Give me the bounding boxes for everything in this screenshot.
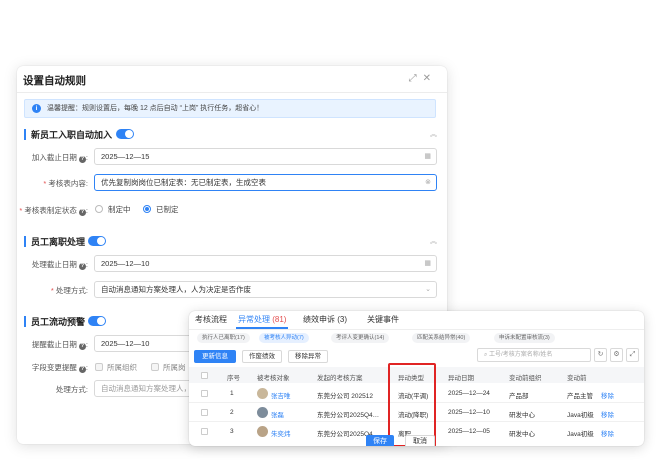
remove-link[interactable]: 移除 [601, 409, 614, 419]
section-marker [24, 236, 26, 247]
filter-chip-active[interactable]: 被考核人异动(7) [259, 333, 309, 343]
cancel-button[interactable]: 取消 [405, 435, 435, 446]
join-deadline-date-input[interactable]: 2025—12—15 ▦ [94, 148, 437, 165]
mobility-method-label: 处理方式: [55, 385, 88, 394]
field-change-label: 字段变更提醒?: [31, 363, 88, 373]
collapse-icon[interactable]: ︽ [430, 129, 437, 139]
notice-text: 温馨提醒：规则设置后，每晚 12 点后自动 “上岗” 执行任务，超省心！ [47, 105, 264, 112]
tabs-divider [189, 329, 644, 330]
tab-exception-handling[interactable]: 异常处理 (81) [238, 314, 286, 325]
notice-banner: i 温馨提醒：规则设置后，每晚 12 点后自动 “上岗” 执行任务，超省心！ [24, 99, 436, 118]
handle-method-label: * 处理方式: [50, 286, 88, 295]
help-icon: ? [78, 366, 86, 373]
tab-key-events[interactable]: 关键事件 [367, 314, 399, 325]
row-checkbox[interactable] [201, 428, 208, 435]
join-deadline-label: 加入截止日期?: [31, 153, 88, 163]
expand-icon[interactable]: ⤢ [409, 73, 423, 84]
dialog-window-icons: ⤢✕ [409, 73, 437, 84]
filter-chip[interactable]: 执行人已离职(17) [197, 333, 250, 343]
active-tab-indicator [236, 327, 288, 329]
remove-link[interactable]: 移除 [601, 428, 614, 438]
info-icon: i [32, 104, 41, 113]
section-marker [24, 316, 26, 327]
column-header: 发起的考核方案 [317, 375, 363, 382]
form-content-label: * 考核表内容: [43, 179, 88, 188]
help-icon: ? [78, 263, 86, 270]
filter-chip[interactable]: 考评人变更确认(14) [331, 333, 390, 343]
calendar-icon: ▦ [424, 260, 431, 267]
column-header: 异动日期 [448, 375, 474, 382]
section-marker [24, 129, 26, 140]
help-icon: ? [78, 156, 86, 163]
dialog-title: 设置自动规则 [23, 75, 86, 87]
radio-icon [95, 205, 103, 213]
employee-link[interactable]: 张磊 [271, 409, 284, 419]
help-icon: ? [78, 343, 86, 350]
employee-link[interactable]: 张吉唯 [271, 390, 291, 400]
form-content-input[interactable]: 优先复制岗岗位已制定表：无已制定表，生成空表 ⊗ [94, 174, 437, 191]
void-performance-button[interactable]: 作废绩效 [242, 350, 282, 363]
settings-icon[interactable]: ⚙ [610, 348, 623, 362]
change-checkbox-org[interactable]: 所属组织 [95, 362, 137, 373]
radio-selected-icon [143, 205, 151, 213]
tab-appeal[interactable]: 绩效申诉 (3) [303, 314, 347, 325]
row-checkbox[interactable] [201, 409, 208, 416]
status-radio-drafting[interactable]: 制定中 [95, 204, 131, 215]
form-status-label: * 考核表制定状态?: [19, 206, 88, 216]
section-title: 员工流动预警 [31, 317, 86, 327]
row-checkbox[interactable] [201, 390, 208, 397]
change-checkbox-post[interactable]: 所属岗 [151, 362, 186, 373]
remind-deadline-label: 提醒截止日期?: [31, 340, 88, 350]
employee-link[interactable]: 朱奕炜 [271, 428, 291, 438]
handle-deadline-label: 处理截止日期?: [31, 260, 88, 270]
avatar [257, 388, 268, 399]
save-button[interactable]: 保存 [366, 435, 394, 446]
checkbox-icon [95, 363, 103, 371]
tab-review-flow[interactable]: 考核流程 [195, 314, 227, 325]
new-employee-toggle[interactable] [116, 129, 134, 139]
checkbox-icon [151, 363, 159, 371]
collapse-icon[interactable]: ︽ [430, 236, 437, 246]
mobility-warning-toggle[interactable] [88, 316, 106, 326]
calendar-icon: ▦ [424, 153, 431, 160]
column-header: 变动前组织 [509, 375, 542, 382]
close-icon[interactable]: ✕ [423, 73, 437, 84]
remove-link[interactable]: 移除 [601, 390, 614, 400]
section-title: 新员工入职自动加入 [31, 130, 113, 140]
chevron-down-icon: ⌄ [425, 286, 431, 293]
fullscreen-icon[interactable]: ⤢ [626, 348, 639, 362]
handle-method-select[interactable]: 自动消息通知方案处理人，人为决定是否作废 ⌄ [94, 281, 437, 298]
help-icon: ? [78, 209, 86, 216]
search-input[interactable]: ⌕ 工号/考核方案名称/姓名 [477, 348, 591, 362]
column-header: 变动前 [567, 375, 587, 382]
clear-icon[interactable]: ⊗ [425, 175, 431, 190]
resignation-toggle[interactable] [88, 236, 106, 246]
refresh-icon[interactable]: ↻ [594, 348, 607, 362]
section-title: 员工离职处理 [31, 237, 86, 247]
status-radio-completed[interactable]: 已制定 [143, 204, 179, 215]
column-header: 序号 [227, 375, 240, 382]
avatar [257, 426, 268, 437]
filter-chip[interactable]: 申诉未配置审核流(3) [494, 333, 555, 343]
column-header: 被考核对象 [257, 375, 290, 382]
update-info-button[interactable]: 更新信息 [194, 350, 236, 363]
title-divider [17, 92, 447, 93]
exception-panel: 考核流程 异常处理 (81) 绩效申诉 (3) 关键事件 执行人已离职(17) … [189, 311, 644, 446]
handle-deadline-date-input[interactable]: 2025—12—10 ▦ [94, 255, 437, 272]
remove-exception-button[interactable]: 移除异常 [288, 350, 328, 363]
select-all-checkbox[interactable] [201, 372, 208, 379]
exception-type-highlight [388, 363, 436, 446]
avatar [257, 407, 268, 418]
filter-chip[interactable]: 匹配关系结异常(40) [412, 333, 471, 343]
